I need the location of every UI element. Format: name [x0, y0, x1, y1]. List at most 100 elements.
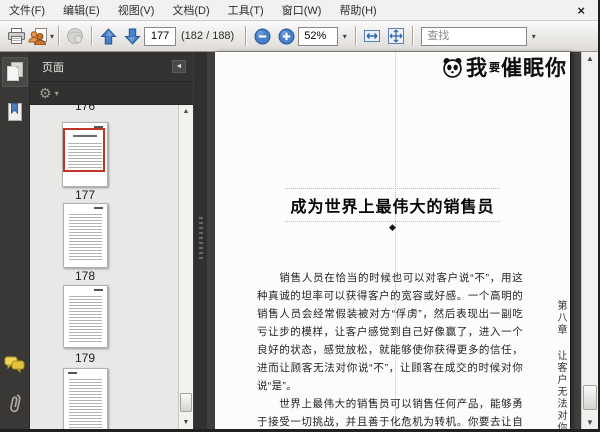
- body-line: 种真诚的坦率可以获得客户的宽容或好感。一个高明的: [257, 290, 523, 302]
- thumb-text-lines: [69, 214, 102, 262]
- attachments-panel-button[interactable]: [2, 389, 28, 419]
- next-page-button[interactable]: [120, 24, 144, 48]
- thumbnail-page-180[interactable]: [63, 368, 108, 429]
- thumbnail-page-179[interactable]: [63, 285, 108, 348]
- splitter-grip[interactable]: [199, 217, 203, 259]
- pages-icon: [7, 62, 23, 81]
- zoom-dropdown-icon[interactable]: ▾: [338, 32, 351, 41]
- thumbnail-label-177: 177: [74, 188, 96, 202]
- fit-width-button[interactable]: [360, 24, 384, 48]
- body-line: 良好的状态，感觉放松，就能够使你获得更多的信任，: [257, 344, 523, 356]
- fit-page-button[interactable]: [384, 24, 408, 48]
- body-line: 销售人员会经常假装被对方“俘虏”，然后表现出一副吃: [257, 308, 523, 320]
- toolbar-separator: [412, 26, 414, 46]
- toolbar-separator: [91, 26, 93, 46]
- zoom-level-combo[interactable]: [298, 26, 339, 46]
- section-title: 成为世界上最伟大的销售员: [290, 199, 495, 216]
- zoom-out-icon: [254, 28, 271, 44]
- arrow-up-icon: [99, 27, 117, 44]
- zoom-level-input[interactable]: [299, 27, 338, 45]
- thumbnail-page-177[interactable]: [62, 122, 108, 187]
- main-area: 页面 ◄ ⚙ ▾ 176 177 178 179 ▲ ▼ 我 要 催眠你 成为世…: [0, 52, 598, 429]
- logo-char-wo: 我: [466, 57, 488, 80]
- scroll-down-icon[interactable]: ▼: [582, 416, 598, 429]
- menu-view[interactable]: 视图(V): [109, 0, 164, 21]
- scroll-down-icon[interactable]: ▼: [179, 416, 193, 429]
- document-scrollbar-thumb[interactable]: [583, 385, 597, 410]
- menu-file[interactable]: 文件(F): [0, 0, 54, 21]
- current-view-indicator[interactable]: [63, 128, 105, 172]
- paperclip-icon: [9, 394, 21, 413]
- gear-icon[interactable]: ⚙: [39, 86, 52, 100]
- chapter-title: 让客户无法对你说不: [555, 350, 566, 432]
- pages-panel-button[interactable]: [1, 57, 28, 87]
- menu-edit[interactable]: 编辑(E): [54, 0, 109, 21]
- scroll-up-icon[interactable]: ▲: [582, 52, 598, 65]
- thumb-logo-mark: [68, 372, 77, 374]
- menu-document[interactable]: 文档(D): [163, 0, 218, 21]
- body-line: 于接受一切挑战，并且善于化危机为转机。你要去让自: [257, 416, 523, 428]
- section-title-wrap: 成为世界上最伟大的销售员: [285, 188, 500, 222]
- panel-splitter[interactable]: [193, 52, 207, 429]
- page-count-label: (182 / 188): [181, 30, 235, 42]
- toolbar-separator: [355, 26, 357, 46]
- globe-disabled-icon: [67, 28, 84, 44]
- fit-width-icon: [364, 30, 381, 42]
- find-dropdown-icon[interactable]: ▾: [527, 32, 540, 41]
- pdf-reader-window: 文件(F) 编辑(E) 视图(V) 文档(D) 工具(T) 窗口(W) 帮助(H…: [0, 0, 600, 432]
- body-text: 销售人员在恰当的时候也可以对客户说“不”，用这 种真诚的坦率可以获得客户的宽容或…: [257, 270, 523, 429]
- panel-title: 页面: [42, 61, 64, 74]
- logo-chars-cuimianni: 催眠你: [501, 57, 567, 80]
- print-button[interactable]: [4, 24, 28, 48]
- document-scrollbar[interactable]: ▲ ▼: [581, 52, 598, 429]
- zoom-out-button[interactable]: [250, 24, 274, 48]
- bookmarks-panel-button[interactable]: [2, 97, 28, 127]
- close-icon[interactable]: ×: [577, 4, 585, 17]
- body-line: 亏让步的模样，让客户感觉到自己好像赢了，进入一个: [257, 326, 523, 338]
- collaboration-disabled-button[interactable]: [63, 24, 87, 48]
- panel-options-row: ⚙ ▾: [30, 82, 193, 105]
- body-line: 说“是”。: [257, 380, 297, 392]
- body-line: 进而让顾客无法对你说“不”，让顾客在成交的时候对你: [257, 362, 523, 374]
- chapter-number: 第八章: [555, 300, 566, 336]
- thumb-logo-mark: [94, 207, 103, 209]
- document-page: 我 要 催眠你 成为世界上最伟大的销售员 ◆ 销售人员在恰当的时候也可以对客户说…: [215, 52, 571, 429]
- body-line: 世界上最伟大的销售员可以销售任何产品，能够勇: [257, 398, 523, 410]
- options-dropdown-icon[interactable]: ▾: [55, 89, 59, 98]
- thumb-text-lines: [69, 379, 102, 429]
- bookmarks-icon: [7, 103, 22, 121]
- book-logo: 我 要 催眠你: [442, 52, 567, 82]
- logo-char-yao: 要: [489, 62, 500, 74]
- thumbnail-list: 176 177 178 179 ▲ ▼: [30, 105, 193, 429]
- navigation-icon-strip: [0, 52, 30, 429]
- menu-window[interactable]: 窗口(W): [273, 0, 331, 21]
- panda-icon: [443, 57, 462, 78]
- scroll-up-icon[interactable]: ▲: [179, 105, 193, 118]
- chapter-margin-label: 第八章让客户无法对你说不: [553, 300, 568, 432]
- collaborate-icon: [28, 27, 47, 45]
- thumbnail-label-179: 179: [74, 351, 96, 365]
- toolbar-separator: [58, 26, 60, 46]
- panel-collapse-button[interactable]: ◄: [172, 60, 186, 73]
- zoom-in-button[interactable]: [274, 24, 298, 48]
- previous-page-button[interactable]: [96, 24, 120, 48]
- find-input[interactable]: [422, 27, 527, 45]
- share-document-button[interactable]: ▾: [28, 24, 54, 48]
- find-combo: [421, 26, 528, 46]
- panel-header: 页面 ◄: [30, 52, 193, 82]
- body-line: 销售人员在恰当的时候也可以对客户说“不”，用这: [257, 272, 523, 284]
- printer-icon: [7, 28, 25, 44]
- panel-scrollbar[interactable]: ▲ ▼: [178, 105, 193, 429]
- panel-scrollbar-thumb[interactable]: [180, 393, 192, 412]
- toolbar-separator: [245, 26, 247, 46]
- thumb-text-lines: [69, 296, 102, 342]
- comments-panel-button[interactable]: [2, 349, 28, 379]
- diamond-icon: ◆: [389, 222, 396, 232]
- zoom-in-icon: [278, 28, 295, 44]
- thumbnail-page-178[interactable]: [63, 203, 108, 268]
- menu-help[interactable]: 帮助(H): [330, 0, 385, 21]
- page-number-input[interactable]: [144, 26, 177, 46]
- pages-panel: 页面 ◄ ⚙ ▾ 176 177 178 179 ▲ ▼: [30, 52, 193, 429]
- fit-page-icon: [388, 28, 405, 44]
- menu-tools[interactable]: 工具(T): [219, 0, 273, 21]
